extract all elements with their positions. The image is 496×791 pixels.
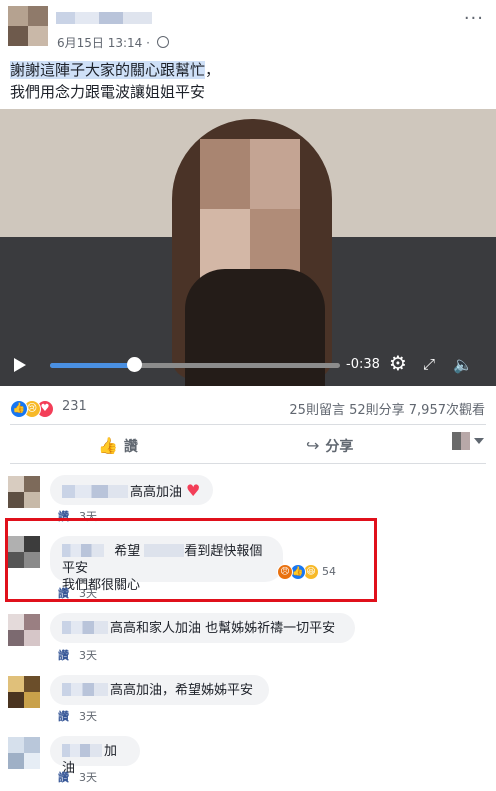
- video-player[interactable]: -0:38 ⚙ ⤢ 🔈: [0, 109, 496, 386]
- globe-icon: [156, 36, 169, 48]
- viewer-avatar[interactable]: [452, 432, 470, 450]
- poster-name-blurred[interactable]: [56, 12, 152, 24]
- post-date[interactable]: 6月15日 13:14: [57, 36, 142, 50]
- comment-like-link[interactable]: 讚: [58, 649, 69, 662]
- video-face-pixelated: [200, 139, 300, 279]
- divider-bottom: [10, 463, 486, 464]
- meta-separator: ·: [146, 36, 150, 50]
- comment-text: 高高和家人加油 也幫姊姊祈禱一切平安: [110, 621, 336, 636]
- share-arrow-icon: ↪: [306, 436, 320, 455]
- comment-like-link[interactable]: 讚: [58, 587, 69, 600]
- commenter-avatar[interactable]: [8, 676, 40, 708]
- heart-icon: ♥: [186, 481, 201, 500]
- comment-meta: 讚 3天: [58, 585, 97, 601]
- time-remaining: -0:38: [346, 357, 380, 372]
- divider-top: [10, 424, 486, 425]
- chevron-down-icon[interactable]: [474, 438, 484, 444]
- comment-time[interactable]: 3天: [79, 710, 97, 723]
- comments-count[interactable]: 25則留言: [289, 403, 345, 418]
- angry-reaction-icon: 😠: [277, 564, 293, 580]
- like-reaction-icon: 👍: [10, 400, 28, 418]
- commenter-name-blurred[interactable]: [62, 621, 108, 634]
- comment-text: 高高加油，希望姊姊平安: [110, 683, 254, 698]
- post-text-line2: 我們用念力跟電波讓姐姐平安: [10, 83, 206, 101]
- like-button[interactable]: 👍 讚: [98, 436, 138, 456]
- views-count: 7,957次觀看: [408, 403, 485, 418]
- post-meta: 6月15日 13:14 ·: [57, 34, 169, 51]
- poster-avatar[interactable]: [8, 6, 48, 46]
- comment-like-link[interactable]: 讚: [58, 710, 69, 723]
- commenter-avatar[interactable]: [8, 614, 40, 646]
- more-options-icon[interactable]: ···: [464, 8, 484, 29]
- video-controls: -0:38 ⚙ ⤢ 🔈: [0, 347, 496, 386]
- commenter-avatar[interactable]: [8, 476, 40, 508]
- gear-icon[interactable]: ⚙: [389, 353, 407, 373]
- comment-reaction-count[interactable]: 54: [322, 565, 336, 578]
- shares-count[interactable]: 52則分享: [349, 403, 405, 418]
- comment-meta: 讚 3天: [58, 708, 97, 724]
- progress-handle[interactable]: [127, 357, 143, 372]
- play-icon[interactable]: [14, 358, 26, 372]
- post-stats: 25則留言 52則分享 7,957次觀看: [289, 399, 485, 418]
- commenter-avatar[interactable]: [8, 737, 40, 769]
- comment-bubble: 高高和家人加油 也幫姊姊祈禱一切平安: [50, 613, 355, 643]
- comment-bubble: 希望 看到趕快報個平安 我們都很關心: [50, 536, 283, 593]
- comment-bubble: 加油: [50, 736, 140, 776]
- comment-time[interactable]: 3天: [79, 649, 97, 662]
- progress-track[interactable]: [50, 363, 340, 368]
- comment-text-a: 希望: [114, 544, 141, 559]
- reaction-count[interactable]: 231: [62, 399, 87, 414]
- share-label: 分享: [325, 439, 354, 455]
- comment-meta: 讚 3天: [58, 647, 97, 663]
- post-text-punct: ，: [205, 61, 221, 79]
- commenter-name-blurred[interactable]: [62, 544, 104, 557]
- comment-bubble: 高高加油，希望姊姊平安: [50, 675, 269, 705]
- redacted-name: [144, 544, 185, 557]
- like-label: 讚: [123, 439, 138, 455]
- comment-bubble: 高高加油 ♥: [50, 475, 213, 505]
- comment-like-link[interactable]: 讚: [58, 771, 69, 784]
- fullscreen-icon[interactable]: ⤢: [423, 355, 435, 373]
- progress-played: [50, 363, 135, 368]
- share-button[interactable]: ↪ 分享: [306, 436, 353, 456]
- comment-text: 高高加油: [130, 485, 183, 500]
- commenter-name-blurred[interactable]: [62, 683, 108, 696]
- commenter-name-blurred[interactable]: [62, 485, 128, 498]
- commenter-avatar[interactable]: [8, 536, 40, 568]
- volume-icon[interactable]: 🔈: [453, 355, 473, 374]
- post-text: 謝謝這陣子大家的關心跟幫忙， 我們用念力跟電波讓姐姐平安: [10, 59, 220, 103]
- comment-meta: 讚 3天: [58, 769, 97, 785]
- comment-time[interactable]: 3天: [79, 587, 97, 600]
- commenter-name-blurred[interactable]: [62, 744, 102, 757]
- thumbs-up-icon: 👍: [98, 436, 118, 455]
- comment-time[interactable]: 3天: [79, 771, 97, 784]
- post-text-highlight: 謝謝這陣子大家的關心跟幫忙: [10, 61, 206, 79]
